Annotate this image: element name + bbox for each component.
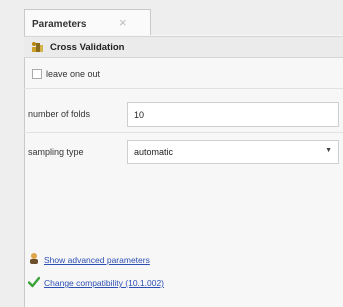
leave-one-out-checkbox[interactable] bbox=[32, 69, 42, 79]
show-advanced-parameters-link[interactable]: Show advanced parameters bbox=[44, 255, 150, 265]
operator-title: Cross Validation bbox=[50, 42, 125, 53]
cross-validation-icon bbox=[32, 42, 43, 52]
sampling-type-label: sampling type bbox=[28, 147, 84, 157]
checkmark-icon bbox=[28, 276, 40, 288]
sampling-type-value: automatic bbox=[134, 147, 174, 157]
tab-label: Parameters bbox=[32, 19, 87, 30]
divider bbox=[24, 88, 343, 89]
change-compatibility-link[interactable]: Change compatibility (10.1.002) bbox=[44, 278, 164, 288]
divider bbox=[24, 132, 343, 133]
left-panel-edge bbox=[0, 0, 24, 307]
operator-header: Cross Validation bbox=[24, 36, 343, 58]
dropdown-arrow-icon[interactable]: ▼ bbox=[325, 147, 332, 154]
sampling-type-select[interactable]: automatic ▼ bbox=[127, 140, 339, 164]
leave-one-out-label: leave one out bbox=[46, 69, 101, 79]
tab-parameters[interactable]: Parameters × bbox=[24, 9, 151, 36]
advanced-parameters-icon bbox=[30, 253, 38, 264]
close-icon[interactable]: × bbox=[119, 15, 127, 30]
number-of-folds-input[interactable] bbox=[127, 102, 339, 127]
number-of-folds-label: number of folds bbox=[28, 109, 91, 119]
